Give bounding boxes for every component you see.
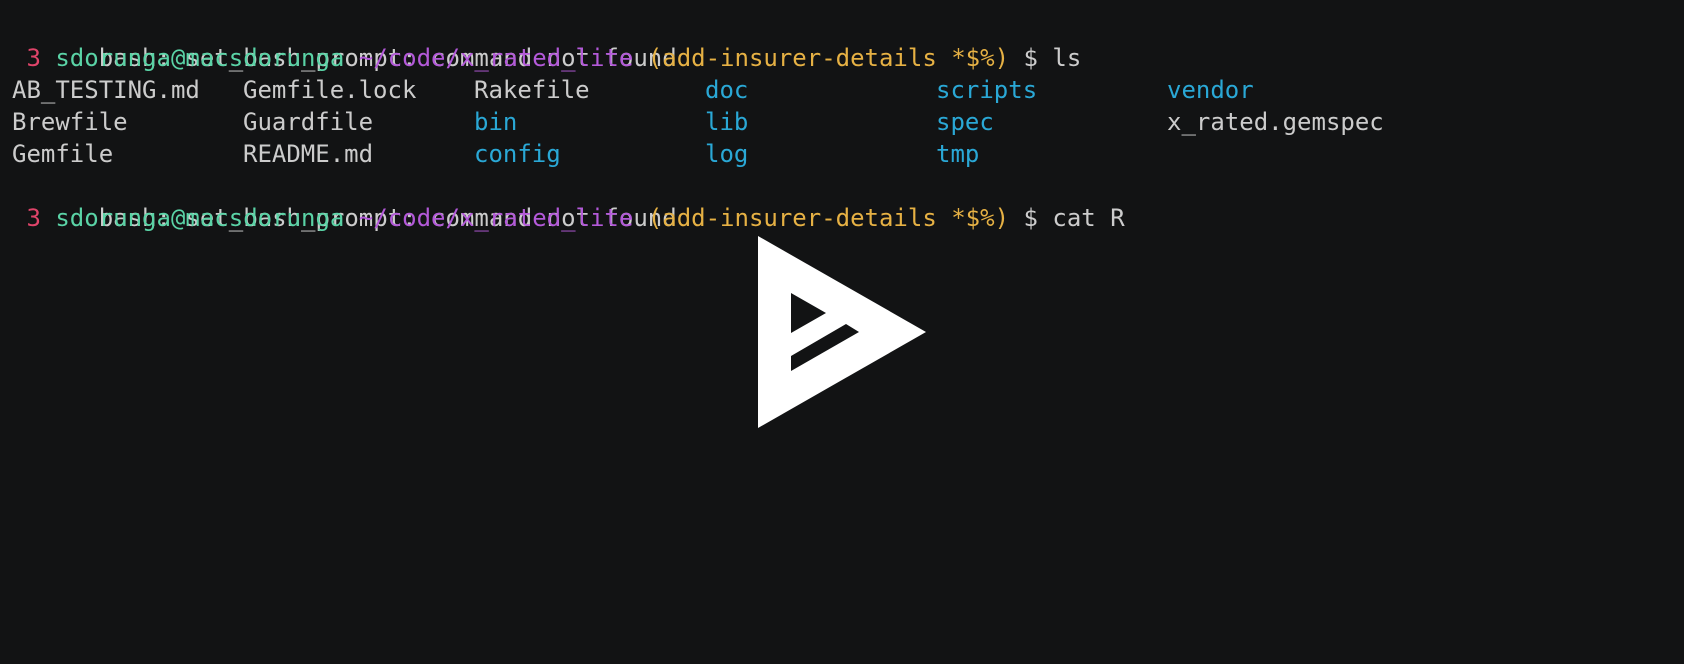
prompt-command: ls (1052, 44, 1082, 72)
ls-dir-entry: scripts (936, 76, 1038, 104)
prompt-line: 3 sdorunga@macsdorunga ~/code/x_rated_li… (12, 202, 1512, 234)
ls-dir-entry: config (474, 140, 561, 168)
ls-output-row: AB_TESTING.md Gemfile.lock Rakefile doc … (12, 74, 1512, 106)
ls-output-row: Brewfile Guardfile bin lib spec x_rated.… (12, 106, 1512, 138)
ls-dir-entry: bin (474, 108, 518, 136)
prompt-number: 3 (12, 44, 41, 72)
play-button[interactable] (758, 236, 926, 428)
prompt-path: ~/code/x_rated_lite (358, 204, 634, 232)
ls-file-entry: Brewfile (12, 108, 128, 136)
prompt-symbol: $ (1023, 204, 1038, 232)
ls-file-entry: Gemfile.lock (243, 76, 417, 104)
error-line: bash: set_bash_prompt: command not found (12, 170, 1512, 232)
ls-dir-entry: log (705, 140, 749, 168)
prompt-symbol: $ (1023, 44, 1038, 72)
terminal-output: bash: set_bash_prompt: command not found… (12, 10, 1512, 234)
ls-output-row: Gemfile README.md config log tmp (12, 138, 1512, 170)
ls-dir-entry: spec (936, 108, 994, 136)
ls-file-entry: Rakefile (474, 76, 590, 104)
prompt-path: ~/code/x_rated_lite (358, 44, 634, 72)
prompt-number: 3 (12, 204, 41, 232)
ls-file-entry: README.md (243, 140, 374, 168)
prompt-user-host: sdorunga@macsdorunga (55, 204, 345, 232)
ls-dir-entry: tmp (936, 140, 980, 168)
ls-dir-entry: vendor (1167, 76, 1254, 104)
prompt-line: 3 sdorunga@macsdorunga ~/code/x_rated_li… (12, 42, 1512, 74)
ls-dir-entry: lib (705, 108, 749, 136)
error-line: bash: set_bash_prompt: command not found (12, 10, 1512, 72)
ls-file-entry: AB_TESTING.md (12, 76, 200, 104)
ls-file-entry: Gemfile (12, 140, 114, 168)
ls-file-entry: Guardfile (243, 108, 374, 136)
ls-dir-entry: doc (705, 76, 749, 104)
prompt-command: cat R (1052, 204, 1125, 232)
terminal-window[interactable]: bash: set_bash_prompt: command not found… (0, 0, 1684, 664)
ls-file-entry: x_rated.gemspec (1167, 108, 1384, 136)
prompt-git-branch: (add-insurer-details *$%) (647, 204, 1010, 232)
prompt-user-host: sdorunga@macsdorunga (55, 44, 345, 72)
asciinema-play-icon (758, 236, 926, 428)
prompt-git-branch: (add-insurer-details *$%) (647, 44, 1010, 72)
